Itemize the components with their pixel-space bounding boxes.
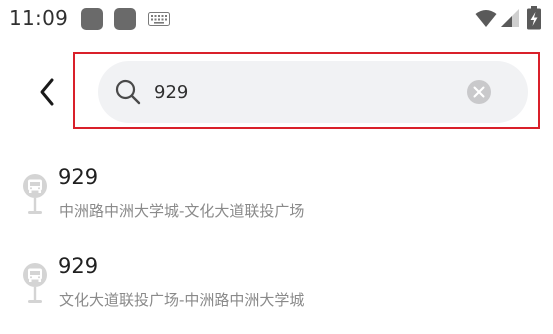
clear-search-button[interactable]	[467, 80, 491, 104]
result-title: 929	[58, 165, 99, 189]
status-bar: 11:09	[0, 0, 553, 38]
result-title: 929	[58, 254, 99, 278]
search-icon	[114, 78, 142, 110]
battery-charging-icon	[527, 6, 541, 34]
keyboard-icon	[148, 11, 170, 26]
bus-stop-icon	[22, 173, 48, 219]
back-arrow-icon	[40, 78, 54, 106]
notification-app-icon	[114, 8, 136, 30]
bus-stop-icon	[22, 262, 48, 308]
result-list-item[interactable]: 929 中洲路中洲大学城-文化大道联投广场	[0, 165, 553, 245]
status-time: 11:09	[9, 6, 69, 30]
cell-signal-icon	[500, 8, 520, 32]
back-button[interactable]	[32, 72, 64, 112]
result-subtitle: 中洲路中洲大学城-文化大道联投广场	[59, 202, 305, 220]
wifi-icon	[475, 8, 497, 32]
search-bar[interactable]	[98, 61, 528, 123]
search-input[interactable]	[154, 76, 454, 108]
result-list-item[interactable]: 929 文化大道联投广场-中洲路中洲大学城	[0, 254, 553, 334]
notification-app-icon	[81, 8, 103, 30]
result-subtitle: 文化大道联投广场-中洲路中洲大学城	[59, 291, 305, 309]
clear-icon	[467, 80, 491, 104]
